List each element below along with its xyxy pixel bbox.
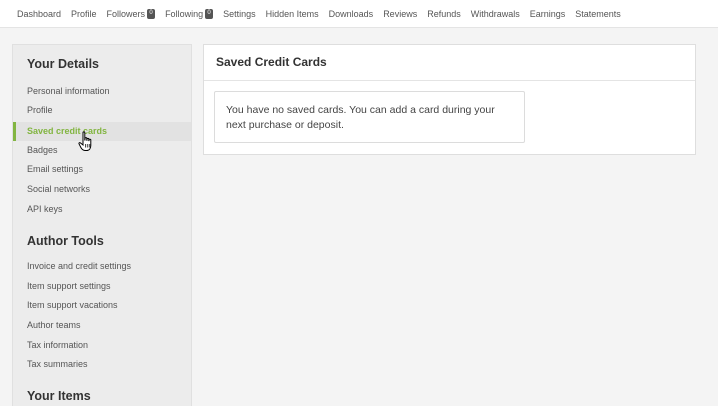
nav-withdrawals[interactable]: Withdrawals [471,9,520,19]
nav-hidden-items[interactable]: Hidden Items [266,9,319,19]
nav-withdrawals-label[interactable]: Withdrawals [471,9,520,19]
nav-followers-label[interactable]: Followers [107,9,146,19]
nav-profile[interactable]: Profile [71,9,97,19]
sidebar-item-item-support-vacations[interactable]: Item support vacations [13,296,191,315]
nav-refunds[interactable]: Refunds [427,9,461,19]
nav-settings-label[interactable]: Settings [223,9,256,19]
nav-followers[interactable]: Followers 0 [107,8,156,19]
following-count-badge: 0 [205,8,214,19]
nav-reviews-label[interactable]: Reviews [383,9,417,19]
nav-earnings[interactable]: Earnings [530,9,566,19]
settings-sidebar: Your Details Personal information Profil… [12,44,192,406]
hand-pointer-cursor-icon [78,131,92,151]
nav-dashboard-label[interactable]: Dashboard [17,9,61,19]
sidebar-item-tax-information[interactable]: Tax information [13,336,191,355]
nav-downloads[interactable]: Downloads [329,9,374,19]
nav-earnings-label[interactable]: Earnings [530,9,566,19]
nav-downloads-label[interactable]: Downloads [329,9,374,19]
sidebar-item-invoice-and-credit-settings[interactable]: Invoice and credit settings [13,257,191,276]
sidebar-item-item-support-settings[interactable]: Item support settings [13,277,191,296]
nav-statements[interactable]: Statements [575,9,621,19]
nav-statements-label[interactable]: Statements [575,9,621,19]
top-navigation: Dashboard Profile Followers 0 Following 0 … [0,0,718,28]
saved-credit-cards-panel: Saved Credit Cards You have no saved car… [203,44,696,155]
sidebar-item-personal-information[interactable]: Personal information [13,82,191,101]
followers-count-badge: 0 [147,8,156,19]
sidebar-item-tax-summaries[interactable]: Tax summaries [13,355,191,374]
author-tools-heading: Author Tools [27,234,104,248]
nav-profile-label[interactable]: Profile [71,9,97,19]
nav-reviews[interactable]: Reviews [383,9,417,19]
sidebar-item-saved-credit-cards[interactable]: Saved credit cards [13,122,191,141]
sidebar-item-email-settings[interactable]: Email settings [13,160,191,179]
no-saved-cards-notice: You have no saved cards. You can add a c… [214,91,525,143]
sidebar-item-author-teams[interactable]: Author teams [13,316,191,335]
sidebar-item-profile[interactable]: Profile [13,101,191,120]
your-items-heading: Your Items [27,389,91,403]
nav-refunds-label[interactable]: Refunds [427,9,461,19]
sidebar-item-social-networks[interactable]: Social networks [13,180,191,199]
your-details-heading: Your Details [27,57,100,71]
sidebar-item-badges[interactable]: Badges [13,141,191,160]
nav-settings[interactable]: Settings [223,9,256,19]
nav-following[interactable]: Following 0 [165,8,214,19]
sidebar-item-api-keys[interactable]: API keys [13,200,191,219]
nav-following-label[interactable]: Following [165,9,203,19]
nav-hidden-items-label[interactable]: Hidden Items [266,9,319,19]
nav-dashboard[interactable]: Dashboard [17,9,61,19]
panel-title: Saved Credit Cards [204,45,695,81]
